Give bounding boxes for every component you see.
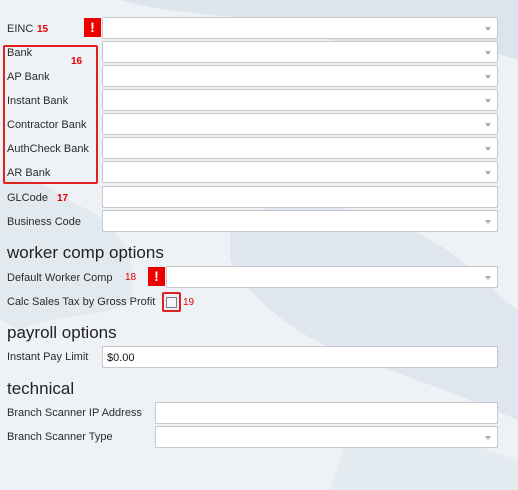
ap-bank-select[interactable] <box>102 65 498 87</box>
bank-label: Bank <box>7 47 33 59</box>
einc-label: EINC <box>7 23 34 35</box>
branch-scanner-ip-input[interactable] <box>155 402 498 424</box>
authcheck-bank-select[interactable] <box>102 137 498 159</box>
glcode-input[interactable] <box>102 186 498 208</box>
branch-scanner-type-label: Branch Scanner Type <box>7 431 113 443</box>
einc-alert-icon: ! <box>84 18 101 37</box>
instant-bank-label: Instant Bank <box>7 95 69 107</box>
instant-pay-limit-label: Instant Pay Limit <box>7 351 89 363</box>
ar-bank-select[interactable] <box>102 161 498 183</box>
branch-scanner-type-select[interactable] <box>155 426 498 448</box>
ap-bank-label: AP Bank <box>7 71 50 83</box>
chevron-down-icon <box>485 51 491 55</box>
bank-select[interactable] <box>102 41 498 63</box>
chevron-down-icon <box>485 75 491 79</box>
payroll-section-title: payroll options <box>7 323 117 342</box>
technical-section-title: technical <box>7 379 75 398</box>
calc-sales-tax-label: Calc Sales Tax by Gross Profit <box>7 296 156 308</box>
glcode-label: GLCode <box>7 192 48 204</box>
chevron-down-icon <box>485 220 491 224</box>
instant-pay-limit-input[interactable]: $0.00 <box>102 346 498 368</box>
authcheck-bank-label: AuthCheck Bank <box>7 143 89 155</box>
calc-sales-tax-checkbox[interactable] <box>166 297 177 308</box>
business-code-label: Business Code <box>7 216 81 228</box>
ar-bank-label: AR Bank <box>7 167 51 179</box>
contractor-bank-label: Contractor Bank <box>7 119 87 131</box>
einc-badge: 15 <box>37 24 49 35</box>
chevron-down-icon <box>485 27 491 31</box>
chevron-down-icon <box>485 123 491 127</box>
chevron-down-icon <box>485 147 491 151</box>
contractor-bank-select[interactable] <box>102 113 498 135</box>
worker-comp-section-title: worker comp options <box>7 243 164 262</box>
chevron-down-icon <box>485 276 491 280</box>
banks-highlight-box <box>3 45 98 184</box>
bank-badge: 16 <box>71 56 83 67</box>
default-worker-comp-label: Default Worker Comp <box>7 272 113 284</box>
chevron-down-icon <box>485 99 491 103</box>
einc-select[interactable] <box>102 17 498 39</box>
branch-scanner-ip-label: Branch Scanner IP Address <box>7 407 142 419</box>
instant-bank-select[interactable] <box>102 89 498 111</box>
calc-sales-tax-badge: 19 <box>183 297 195 308</box>
chevron-down-icon <box>485 436 491 440</box>
default-worker-comp-select[interactable] <box>166 266 498 288</box>
default-worker-comp-alert-icon: ! <box>148 267 165 286</box>
business-code-select[interactable] <box>102 210 498 232</box>
default-worker-comp-badge: 18 <box>125 272 137 283</box>
glcode-badge: 17 <box>57 193 69 204</box>
chevron-down-icon <box>485 171 491 175</box>
